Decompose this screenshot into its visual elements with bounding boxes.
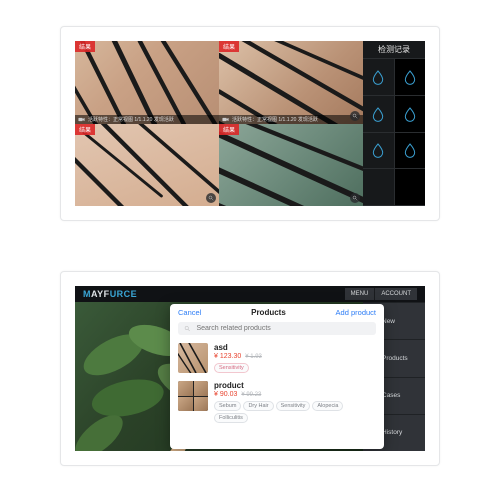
top-tab-menu[interactable]: MENU — [345, 288, 375, 300]
product-tags: Sensitivity — [214, 363, 376, 373]
tile-badge: 结果 — [219, 124, 239, 135]
product-name: asd — [214, 343, 376, 352]
brand-logo: MAYFURCE — [83, 289, 137, 299]
scalp-tile-4[interactable]: 结果 — [219, 124, 363, 207]
brand-suffix: URCE — [110, 289, 138, 299]
price-old: ¥ 1.93 — [245, 354, 262, 360]
product-thumbnail — [178, 343, 208, 373]
product-info: asd ¥ 123.30 ¥ 1.93 Sensitivity — [214, 343, 376, 373]
hair-strands — [75, 41, 219, 124]
search-icon — [184, 325, 190, 332]
rail-label: History — [382, 429, 402, 436]
tile-caption: 活跃特性：正常视图 1/1.1.20 发现活跃 — [88, 116, 174, 123]
add-product-button[interactable]: Add product — [336, 308, 376, 317]
screenshot-products-modal: MAYFURCE MENU ACCOUNT — [60, 271, 440, 466]
product-thumbnail — [178, 381, 208, 411]
scalp-tile-1[interactable]: 结果 活跃特性：正常视图 1/1.1.20 发现活跃 — [75, 41, 219, 124]
product-name: product — [214, 381, 376, 390]
product-list[interactable]: asd ¥ 123.30 ¥ 1.93 Sensitivity — [170, 339, 384, 449]
product-row[interactable]: product ¥ 90.03 ¥ 99.23 Sebum Dry Hair S… — [178, 377, 376, 427]
brand-m: M — [83, 289, 91, 299]
zoom-button[interactable] — [350, 111, 360, 121]
tool-droplet-4[interactable] — [395, 96, 426, 133]
tile-caption-bar: 活跃特性：正常视图 1/1.1.20 发现活跃 — [75, 115, 219, 124]
tile-badge: 结果 — [219, 41, 239, 52]
search-input[interactable] — [194, 324, 370, 333]
tag[interactable]: Alopecia — [312, 401, 343, 411]
price-value: ¥ 123.30 — [214, 353, 241, 360]
tool-slot-8[interactable] — [395, 169, 426, 206]
hair-strands — [75, 124, 219, 207]
scalp-quad-grid: 结果 活跃特性：正常视图 1/1.1.20 发现活跃 — [75, 41, 363, 206]
search-box[interactable] — [178, 322, 376, 335]
scalp-app: 结果 活跃特性：正常视图 1/1.1.20 发现活跃 — [75, 41, 425, 206]
products-modal: Cancel Products Add product — [170, 304, 384, 449]
tile-badge: 结果 — [75, 41, 95, 52]
hair-strands — [178, 343, 208, 373]
scalp-sidebar: 检测记录 — [363, 41, 425, 206]
tag[interactable]: Sensitivity — [214, 363, 249, 373]
hair-strands — [219, 41, 363, 124]
tile-badge: 结果 — [75, 124, 95, 135]
product-price: ¥ 90.03 ¥ 99.23 — [214, 391, 376, 398]
top-tabs: MENU ACCOUNT — [345, 288, 417, 300]
tile-caption-bar: 活跃特性：正常视图 1/1.1.20 发现活跃 — [219, 115, 363, 124]
sidebar-title: 检测记录 — [363, 41, 425, 59]
screenshot-scalp-analyzer: 结果 活跃特性：正常视图 1/1.1.20 发现活跃 — [60, 26, 440, 221]
hair-strands — [219, 124, 363, 207]
mayfurce-app: MAYFURCE MENU ACCOUNT — [75, 286, 425, 451]
tile-caption: 活跃特性：正常视图 1/1.1.20 发现活跃 — [232, 116, 318, 123]
tool-droplet-2[interactable] — [395, 59, 426, 96]
rail-label: Products — [382, 355, 408, 362]
tag[interactable]: Dry Hair — [243, 401, 273, 411]
zoom-button[interactable] — [206, 193, 216, 203]
price-value: ¥ 90.03 — [214, 391, 237, 398]
tag[interactable]: Folliculitis — [214, 413, 248, 423]
tag[interactable]: Sensitivity — [276, 401, 311, 411]
camera-icon — [222, 117, 229, 122]
price-old: ¥ 99.23 — [241, 392, 261, 398]
camera-icon — [78, 117, 85, 122]
top-bar: MAYFURCE MENU ACCOUNT — [75, 286, 425, 302]
scalp-tile-2[interactable]: 结果 活跃特性：正常视图 1/1.1.20 发现活跃 — [219, 41, 363, 124]
rail-label: Cases — [382, 392, 400, 399]
tool-droplet-1[interactable] — [363, 59, 395, 96]
zoom-button[interactable] — [350, 193, 360, 203]
brand-mid: AYF — [91, 289, 110, 299]
modal-header: Cancel Products Add product — [170, 304, 384, 320]
tool-droplet-5[interactable] — [363, 133, 395, 170]
product-row[interactable]: asd ¥ 123.30 ¥ 1.93 Sensitivity — [178, 339, 376, 377]
tool-droplet-3[interactable] — [363, 96, 395, 133]
modal-title: Products — [201, 308, 335, 317]
product-price: ¥ 123.30 ¥ 1.93 — [214, 353, 376, 360]
tool-slot-7[interactable] — [363, 169, 395, 206]
tag[interactable]: Sebum — [214, 401, 241, 411]
scalp-tile-3[interactable]: 结果 — [75, 124, 219, 207]
top-tab-account[interactable]: ACCOUNT — [374, 288, 417, 300]
product-info: product ¥ 90.03 ¥ 99.23 Sebum Dry Hair S… — [214, 381, 376, 423]
cancel-button[interactable]: Cancel — [178, 308, 201, 317]
product-tags: Sebum Dry Hair Sensitivity Alopecia Foll… — [214, 401, 376, 423]
tool-droplet-6[interactable] — [395, 133, 426, 170]
